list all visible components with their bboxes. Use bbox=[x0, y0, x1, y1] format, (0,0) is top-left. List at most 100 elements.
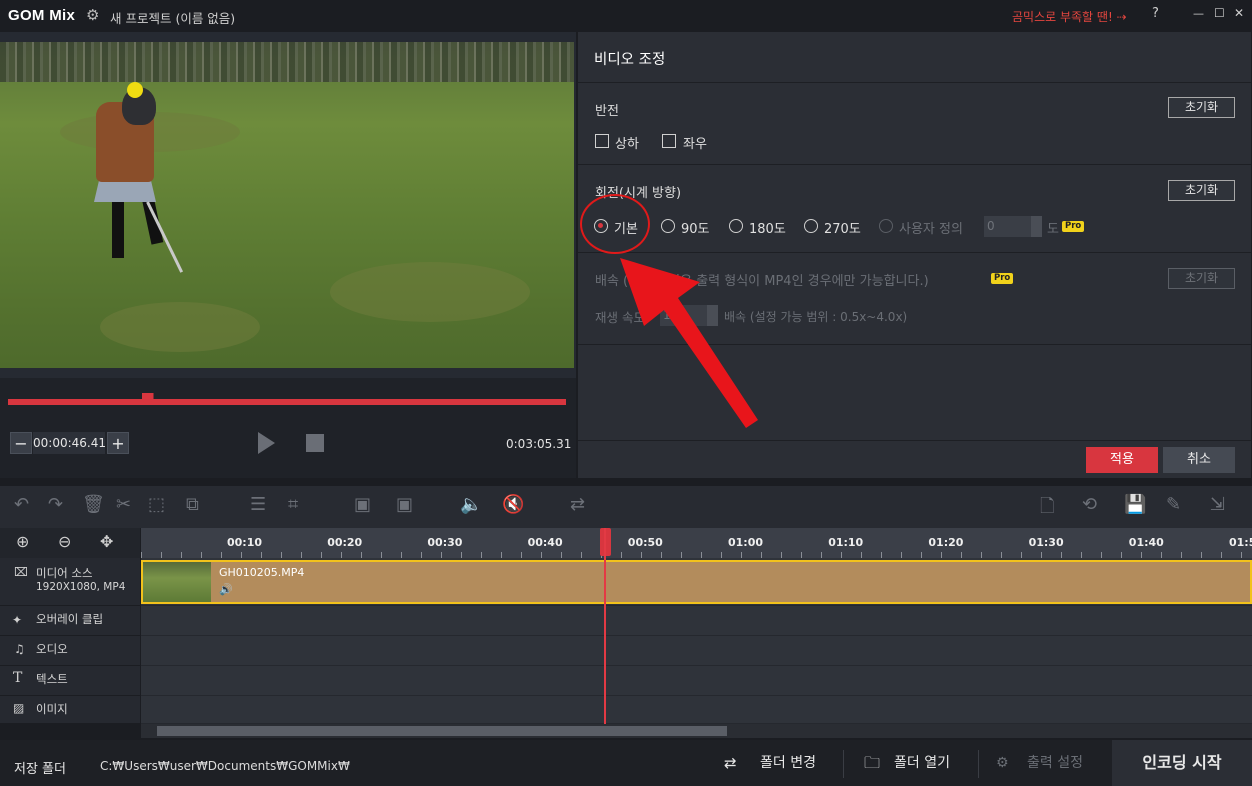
gear-icon[interactable]: ⚙ bbox=[86, 6, 99, 24]
playhead-line[interactable] bbox=[604, 528, 606, 724]
move-icon[interactable]: ✥ bbox=[100, 532, 113, 551]
timecode-plus-button[interactable]: + bbox=[107, 432, 129, 454]
seek-bar[interactable] bbox=[8, 399, 566, 405]
divider bbox=[978, 750, 979, 778]
flip-horizontal-label: 좌우 bbox=[683, 137, 707, 152]
rotate-180-radio[interactable] bbox=[729, 219, 743, 233]
ruler-label: 01:40 bbox=[1128, 536, 1164, 549]
clip-thumbnail bbox=[143, 562, 211, 602]
help-button[interactable]: ? bbox=[1152, 6, 1159, 21]
rotate-270-radio[interactable] bbox=[804, 219, 818, 233]
playback-controls bbox=[0, 378, 576, 478]
image-icon[interactable]: ▣ bbox=[354, 494, 371, 515]
delete-icon[interactable]: 🗑 bbox=[82, 494, 105, 515]
divider bbox=[578, 440, 1251, 441]
flip-label: 반전 bbox=[595, 104, 619, 119]
output-settings-icon[interactable]: ⚙ bbox=[996, 740, 1009, 786]
divider bbox=[578, 164, 1251, 165]
ruler-label: 01:00 bbox=[728, 536, 764, 549]
pro-badge: Pro bbox=[991, 273, 1014, 284]
play-icon[interactable] bbox=[258, 432, 275, 454]
title-bar: GOM Mix ⚙ 새 프로젝트 (이름 없음) 곰믹스로 부족할 땐! ⇢ ?… bbox=[0, 0, 1252, 32]
close-button[interactable]: ✕ bbox=[1234, 6, 1244, 20]
start-encoding-button[interactable]: 인코딩 시작 bbox=[1112, 740, 1252, 786]
overlay-track[interactable] bbox=[141, 606, 1252, 636]
select-icon[interactable]: ⬚ bbox=[148, 494, 165, 515]
divider bbox=[843, 750, 844, 778]
crop-icon[interactable]: ⌗ bbox=[288, 494, 298, 515]
arrow-shape bbox=[620, 258, 758, 428]
speed-reset-button[interactable]: 초기화 bbox=[1168, 268, 1235, 289]
ruler-label: 01:50 bbox=[1229, 536, 1252, 549]
maximize-button[interactable]: ☐ bbox=[1214, 6, 1225, 20]
background-trees bbox=[0, 42, 574, 82]
ruler-label: 00:50 bbox=[627, 536, 663, 549]
rotate-custom-radio[interactable] bbox=[879, 219, 893, 233]
track-label: 미디어 소스 bbox=[36, 566, 93, 580]
music-icon: ♫ bbox=[14, 642, 25, 656]
cut-icon[interactable]: ✂ bbox=[116, 494, 131, 515]
zoom-in-icon[interactable]: ⊕ bbox=[16, 532, 29, 551]
image-adjust-icon[interactable]: ▣ bbox=[396, 494, 413, 515]
open-folder-button[interactable]: 폴더 열기 bbox=[894, 740, 950, 786]
rotate-180-label: 180도 bbox=[749, 222, 786, 237]
save-as-icon[interactable]: ✎ bbox=[1166, 494, 1181, 515]
flip-vertical-checkbox[interactable] bbox=[595, 134, 609, 148]
track-label: 텍스트 bbox=[36, 672, 68, 686]
scrollbar-thumb[interactable] bbox=[157, 726, 727, 736]
stop-icon[interactable] bbox=[306, 434, 324, 452]
grass-patch bbox=[100, 302, 260, 352]
golfer-leg bbox=[112, 200, 124, 258]
video-preview[interactable] bbox=[0, 42, 574, 368]
track-header-text: T 텍스트 bbox=[0, 666, 140, 696]
promo-link[interactable]: 곰믹스로 부족할 땐! ⇢ bbox=[1012, 8, 1127, 25]
ruler-label: 01:10 bbox=[828, 536, 864, 549]
apply-button[interactable]: 적용 bbox=[1086, 447, 1158, 473]
rotate-270-label: 270도 bbox=[824, 222, 861, 237]
volume-icon[interactable]: 🔈 bbox=[460, 494, 482, 515]
clip-name: GH010205.MP4 bbox=[219, 566, 305, 579]
panel-title: 비디오 조정 bbox=[594, 52, 666, 68]
track-header-audio: ♫ 오디오 bbox=[0, 636, 140, 666]
picture-icon: ▨ bbox=[13, 701, 25, 715]
rotate-90-radio[interactable] bbox=[661, 219, 675, 233]
ruler-label: 01:30 bbox=[1028, 536, 1064, 549]
ruler-label: 00:20 bbox=[327, 536, 363, 549]
pro-badge: Pro bbox=[1062, 221, 1085, 232]
change-folder-button[interactable]: 폴더 변경 bbox=[760, 740, 816, 786]
rotate-custom-label: 사용자 정의 bbox=[899, 222, 963, 237]
annotation-arrow bbox=[620, 258, 758, 428]
new-project-icon[interactable]: 🗋 bbox=[1040, 494, 1054, 524]
zoom-out-icon[interactable]: ⊖ bbox=[58, 532, 71, 551]
split-icon[interactable]: ⧉ bbox=[186, 494, 199, 515]
export-icon[interactable]: ⇲ bbox=[1210, 494, 1225, 515]
project-name: 새 프로젝트 (이름 없음) bbox=[110, 11, 236, 26]
flip-reset-button[interactable]: 초기화 bbox=[1168, 97, 1235, 118]
mute-icon[interactable]: 🔇 bbox=[502, 494, 524, 515]
folder-icon[interactable]: 🗀 bbox=[864, 740, 880, 786]
media-clip[interactable] bbox=[141, 560, 1252, 604]
undo-icon[interactable]: ↶ bbox=[14, 494, 29, 515]
reload-icon[interactable]: ⟲ bbox=[1082, 494, 1097, 515]
flip-horizontal-checkbox[interactable] bbox=[662, 134, 676, 148]
track-label: 오버레이 클립 bbox=[36, 612, 104, 626]
redo-icon[interactable]: ↷ bbox=[48, 494, 63, 515]
adjust-icon[interactable]: ☰ bbox=[250, 494, 266, 515]
save-icon[interactable]: 💾 bbox=[1124, 494, 1146, 515]
current-timecode[interactable]: 00:00:46.41 bbox=[33, 432, 106, 454]
image-track[interactable] bbox=[141, 696, 1252, 724]
rotate-spinner[interactable] bbox=[1031, 216, 1042, 237]
track-label: 오디오 bbox=[36, 642, 68, 656]
output-settings-button[interactable]: 출력 설정 bbox=[1027, 740, 1083, 786]
text-track[interactable] bbox=[141, 666, 1252, 696]
folder-change-icon[interactable]: ⇄ bbox=[724, 740, 737, 786]
overlay-icon: ✦ bbox=[12, 613, 23, 627]
rotate-reset-button[interactable]: 초기화 bbox=[1168, 180, 1235, 201]
cancel-button[interactable]: 취소 bbox=[1163, 447, 1235, 473]
film-icon: ⌧ bbox=[14, 565, 28, 579]
minimize-button[interactable]: — bbox=[1193, 7, 1204, 20]
audio-track[interactable] bbox=[141, 636, 1252, 666]
swap-icon[interactable]: ⇄ bbox=[570, 494, 585, 515]
flip-vertical-label: 상하 bbox=[615, 137, 639, 152]
timecode-minus-button[interactable]: − bbox=[10, 432, 32, 454]
